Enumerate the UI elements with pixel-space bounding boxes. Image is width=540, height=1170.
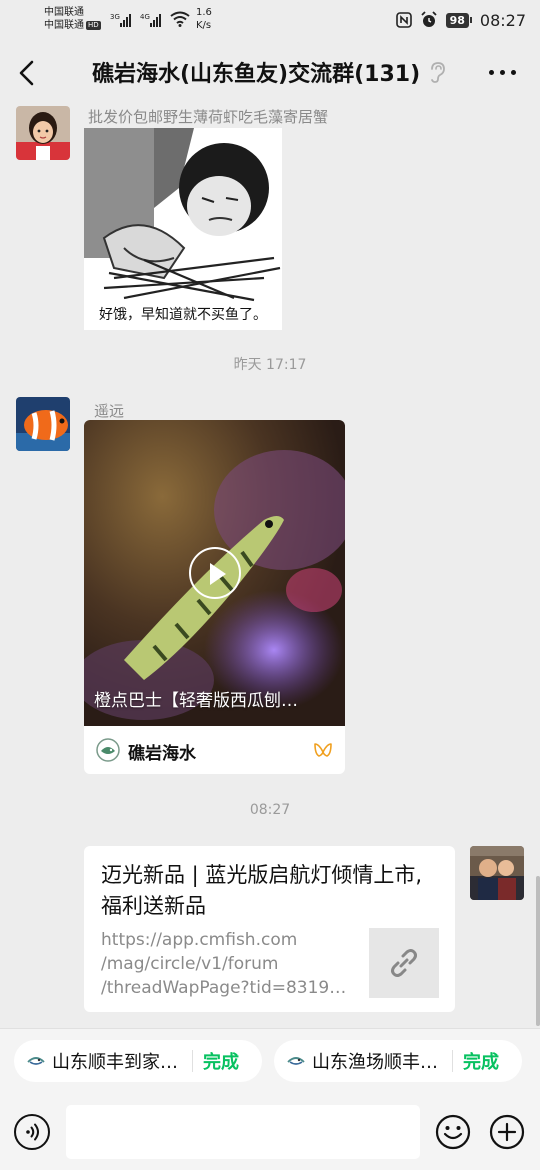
- link-url-line: /mag/circle/v1/forum: [101, 954, 279, 974]
- net-3g-label: 3G: [110, 13, 120, 21]
- carrier-2: 中国联通: [44, 20, 84, 31]
- channel-footer[interactable]: 礁岩海水: [84, 726, 345, 774]
- link-url: https://app.cmfish.com /mag/circle/v1/fo…: [101, 928, 359, 1000]
- status-right: 98 08:27: [395, 9, 526, 31]
- signal-3g-icon: 3G: [110, 13, 131, 27]
- nfc-icon: [395, 12, 412, 28]
- meme-image: [84, 128, 282, 330]
- channel-logo-icon: [96, 738, 120, 762]
- alarm-icon: [420, 11, 437, 27]
- avatar-self[interactable]: [470, 846, 524, 900]
- link-title: 迈光新品 | 蓝光版启航灯倾情上市,福利送新品: [101, 863, 423, 918]
- fish-logo-icon: [287, 1057, 305, 1065]
- avatar-girl[interactable]: [16, 106, 70, 160]
- quick-reply-chips: 山东顺丰到家… 完成 山东渔场顺丰… 完成: [0, 1028, 540, 1095]
- status-bar: 中国联通 中国联通 HD 3G 4G 1.6 K/s 98 08:27: [0, 0, 540, 40]
- ear-icon: [431, 62, 445, 83]
- message-input[interactable]: [66, 1105, 420, 1159]
- link-message[interactable]: 迈光新品 | 蓝光版启航灯倾情上市,福利送新品 https://app.cmfi…: [84, 846, 455, 1012]
- link-url-line: /threadWapPage?tid=8319…: [101, 978, 347, 998]
- voice-icon[interactable]: [14, 1114, 50, 1150]
- quick-chip[interactable]: 山东渔场顺丰… 完成: [274, 1040, 522, 1082]
- back-chevron-left-icon[interactable]: [14, 58, 42, 88]
- play-icon[interactable]: [189, 547, 241, 599]
- video-caption: 橙点巴士【轻奢版西瓜刨…: [94, 691, 298, 711]
- timestamp: 昨天 17:17: [233, 357, 307, 373]
- hd-badge: HD: [86, 20, 101, 30]
- emoji-icon[interactable]: [435, 1114, 471, 1150]
- clock: 08:27: [479, 10, 526, 30]
- sender-name: 遥远: [94, 402, 125, 420]
- link-icon: [391, 949, 417, 977]
- link-thumbnail: [369, 928, 439, 998]
- channels-butterfly-icon: [314, 743, 332, 757]
- chat-header: 礁岩海水(山东鱼友)交流群(131): [0, 40, 540, 106]
- battery-level: 98: [445, 12, 469, 28]
- video-thumbnail[interactable]: 橙点巴士【轻奢版西瓜刨…: [84, 420, 345, 726]
- sender-name: 批发价包邮野生薄荷虾吃毛藻寄居蟹: [88, 108, 329, 126]
- timestamp: 08:27: [249, 802, 291, 818]
- plus-icon[interactable]: [489, 1114, 525, 1150]
- carrier-1: 中国联通: [44, 7, 84, 18]
- avatar-clownfish[interactable]: [16, 397, 70, 451]
- channel-video-card[interactable]: 橙点巴士【轻奢版西瓜刨… 礁岩海水: [84, 420, 345, 774]
- chip-done-button[interactable]: 完成: [203, 1048, 239, 1074]
- battery-indicator: 98: [445, 12, 472, 28]
- net-speed-value: 1.6: [196, 7, 212, 18]
- chat-message-list[interactable]: 批发价包邮野生薄荷虾吃毛藻寄居蟹 好饿，早知道就不买鱼了。 昨天 17:17 遥…: [0, 106, 540, 1028]
- image-message[interactable]: 好饿，早知道就不买鱼了。: [84, 128, 282, 330]
- wifi-icon: [170, 11, 190, 27]
- more-dots-icon[interactable]: [489, 70, 516, 75]
- chip-label: 山东顺丰到家…: [52, 1052, 178, 1073]
- chip-done-button[interactable]: 完成: [463, 1048, 499, 1074]
- chat-title: 礁岩海水(山东鱼友)交流群(131): [92, 62, 421, 87]
- channel-name: 礁岩海水: [128, 744, 196, 764]
- net-speed-unit: K/s: [196, 20, 212, 31]
- input-bar: [0, 1094, 540, 1170]
- image-caption: 好饿，早知道就不买鱼了。: [99, 307, 267, 323]
- quick-chip[interactable]: 山东顺丰到家… 完成: [14, 1040, 262, 1082]
- link-url-line: https://app.cmfish.com: [101, 930, 298, 950]
- net-4g-label: 4G: [140, 13, 150, 21]
- carrier-info: 中国联通 中国联通 HD: [44, 6, 101, 32]
- scrollbar[interactable]: [536, 876, 540, 1026]
- signal-4g-icon: 4G: [140, 13, 161, 27]
- chip-label: 山东渔场顺丰…: [312, 1052, 438, 1073]
- network-speed: 1.6 K/s: [196, 6, 212, 32]
- fish-logo-icon: [27, 1057, 45, 1065]
